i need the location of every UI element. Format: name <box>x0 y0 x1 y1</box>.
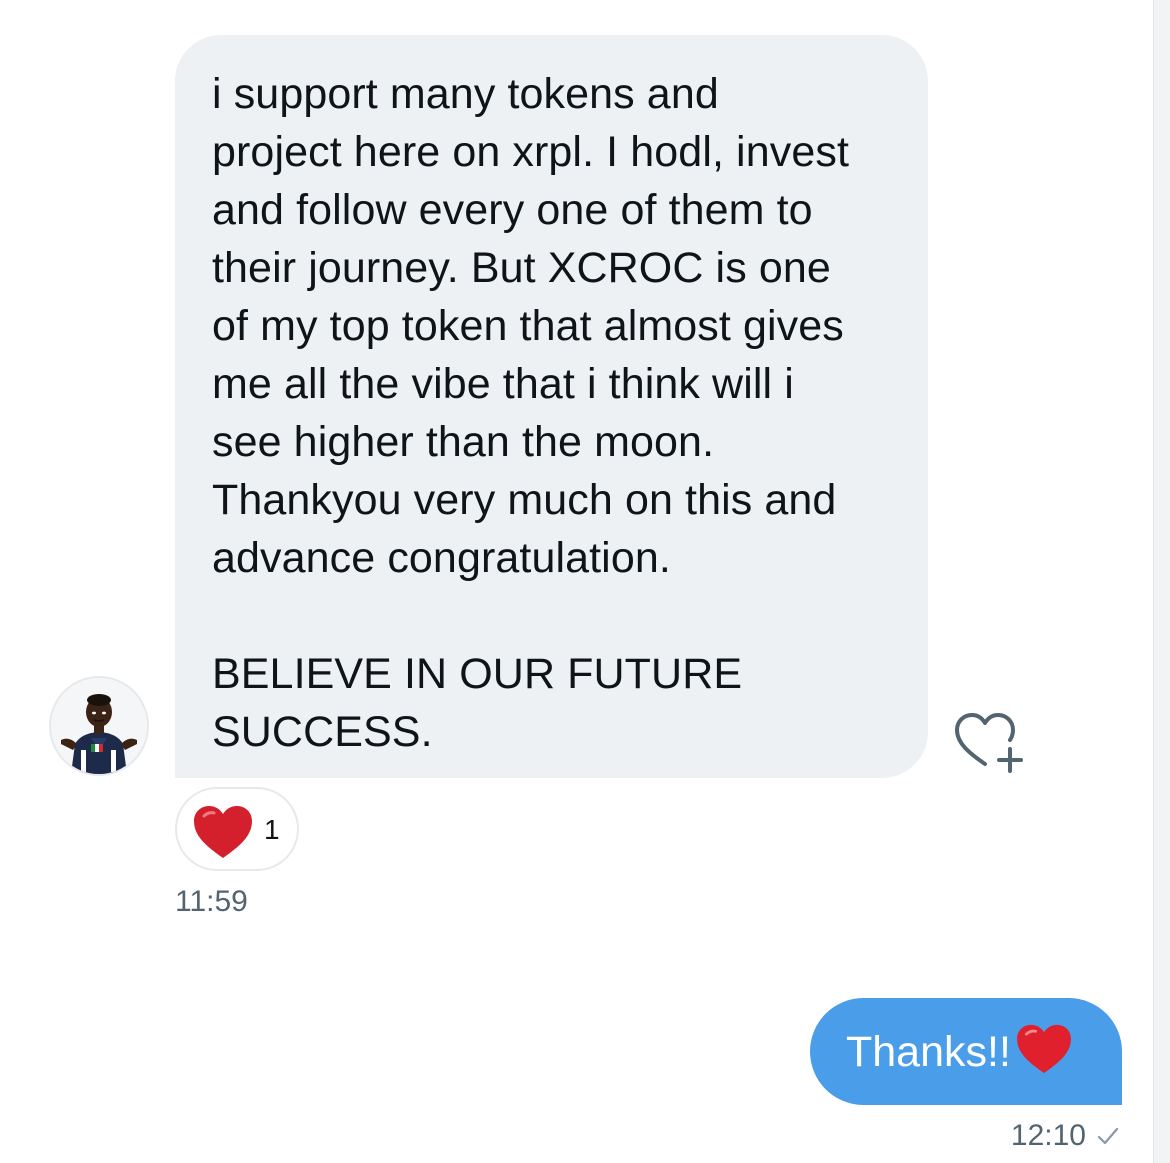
red-heart-icon <box>1016 1024 1071 1073</box>
sender-avatar[interactable] <box>49 676 149 776</box>
scrollbar[interactable] <box>1153 0 1170 1163</box>
heart-plus-icon <box>955 713 1023 773</box>
reaction-count: 1 <box>264 814 280 845</box>
outgoing-message-timestamp: 12:10 <box>1010 1119 1086 1152</box>
dm-conversation: i support many tokens and project here o… <box>0 0 1170 1163</box>
outgoing-message-meta: 12:10 <box>1011 1118 1120 1154</box>
outgoing-message-bubble[interactable]: Thanks!! <box>810 998 1122 1105</box>
incoming-message-timestamp: 11:59 <box>175 885 248 918</box>
red-heart-icon <box>194 806 252 858</box>
incoming-message-text: i support many tokens and project here o… <box>212 70 849 756</box>
outgoing-message-text: Thanks!! <box>846 1027 1011 1076</box>
add-reaction-button[interactable] <box>951 711 1027 775</box>
avatar-image <box>51 678 147 774</box>
sent-check-icon <box>1097 1127 1119 1145</box>
reaction-badge[interactable]: 1 <box>175 787 299 871</box>
incoming-message-bubble[interactable]: i support many tokens and project here o… <box>175 35 928 778</box>
